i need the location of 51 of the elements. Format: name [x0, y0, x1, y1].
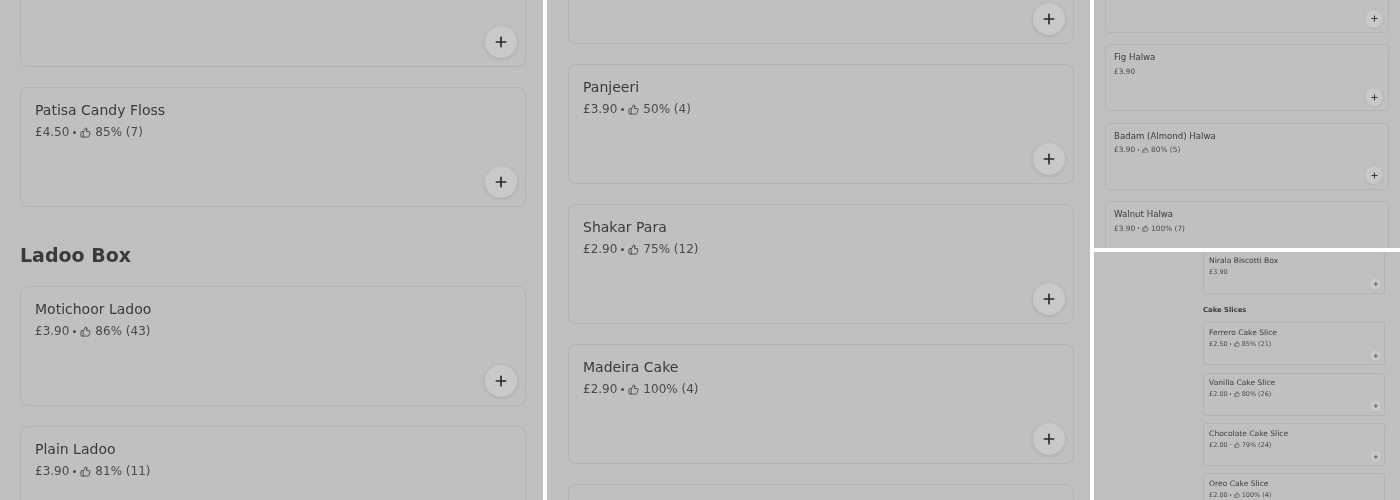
item-price: £3.90	[35, 464, 70, 479]
item-name: Shakar Para	[583, 218, 668, 237]
item-name: Walnut Halwa	[1114, 209, 1175, 221]
menu-item-card[interactable]: Shakar Para £2.90 75% (12)	[568, 204, 1074, 324]
menu-item-card[interactable]: Madeira Cake £2.90 100% (4)	[568, 344, 1074, 464]
item-name: Plain Ladoo	[35, 440, 117, 459]
item-rating: 50% (4)	[643, 102, 691, 117]
item-price: £2.90	[583, 242, 618, 257]
item-rating: 81% (11)	[95, 464, 151, 479]
menu-item-card[interactable]: Plain Ladoo £3.90 81% (11)	[20, 426, 526, 500]
item-name: Madeira Cake	[583, 358, 680, 377]
menu-item-card[interactable]: Patisa Candy Floss £4.50 85% (7)	[20, 87, 526, 207]
plus-icon	[1041, 291, 1057, 307]
thumbs-up-icon	[80, 465, 92, 477]
item-name: Patisa Candy Floss	[35, 101, 167, 120]
menu-item-card[interactable]: Motichoor Ladoo £3.90 86% (43)	[20, 286, 526, 406]
item-name: Fig Halwa	[1114, 52, 1157, 64]
add-button[interactable]	[1033, 3, 1065, 35]
item-name: Motichoor Ladoo	[35, 300, 153, 319]
item-rating: 75% (12)	[643, 242, 699, 257]
item-rating: 85% (7)	[95, 125, 143, 140]
item-rating: 86% (43)	[95, 324, 151, 339]
add-button[interactable]	[1033, 283, 1065, 315]
thumbs-up-icon	[628, 243, 640, 255]
menu-item-card[interactable]: Panjeeri £3.90 50% (4)	[568, 64, 1074, 184]
plus-icon	[493, 174, 509, 190]
item-price: £2.90	[583, 382, 618, 397]
add-button[interactable]	[1365, 166, 1384, 185]
thumbs-up-icon	[80, 126, 92, 138]
thumbs-up-icon	[628, 103, 640, 115]
add-button[interactable]	[485, 166, 517, 198]
plus-icon	[1041, 11, 1057, 27]
item-price: £3.90	[583, 102, 618, 117]
add-button[interactable]	[485, 26, 517, 58]
add-button[interactable]	[1033, 143, 1065, 175]
plus-icon	[1041, 431, 1057, 447]
add-button[interactable]	[1365, 9, 1384, 28]
add-button[interactable]	[1033, 423, 1065, 455]
plus-icon	[493, 34, 509, 50]
thumbs-up-icon	[628, 383, 640, 395]
section-heading: Ladoo Box	[20, 243, 133, 266]
item-name: Panjeeri	[583, 78, 641, 97]
item-name: Badam (Almond) Halwa	[1114, 130, 1217, 143]
thumbs-up-icon	[80, 325, 92, 337]
add-button[interactable]	[1365, 88, 1384, 106]
plus-icon	[493, 373, 509, 389]
item-price: £3.90	[35, 324, 70, 339]
item-price: £4.50	[35, 125, 70, 140]
plus-icon	[1041, 151, 1057, 167]
item-rating: 100% (4)	[643, 382, 699, 397]
add-button[interactable]	[485, 365, 517, 397]
